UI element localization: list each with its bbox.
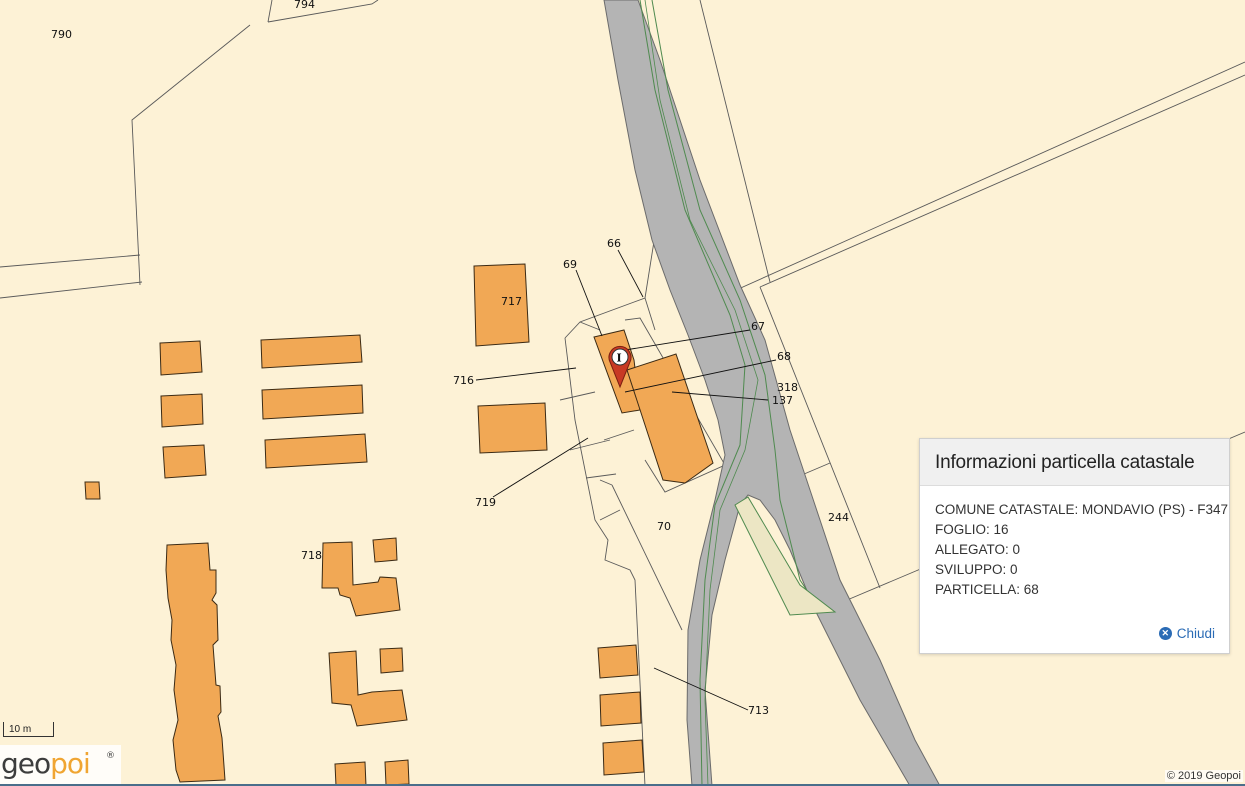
close-circle-icon: ✕ (1158, 627, 1172, 640)
parcel-label: 66 (607, 237, 621, 250)
parcel-label: 713 (748, 704, 769, 717)
building (379, 647, 404, 674)
parcel-label: 719 (475, 496, 496, 509)
logo-poi-text: poi (50, 747, 91, 780)
parcel-label: 790 (51, 28, 72, 41)
parcel-label: 718 (301, 549, 322, 562)
building (162, 444, 207, 479)
parcel-label: 67 (751, 320, 765, 333)
parcel-label: 244 (828, 511, 849, 524)
parcel-label: 794 (294, 0, 315, 11)
info-row-foglio: FOGLIO: 16 (935, 522, 1009, 537)
parcel-label: 137 (772, 394, 793, 407)
building (384, 759, 410, 786)
cadastral-map[interactable]: 794 790 717 69 66 67 68 716 318 137 719 … (0, 0, 1245, 786)
building (599, 691, 642, 727)
logo-registered-mark: ® (106, 751, 115, 761)
scale-bar: 10 m (3, 722, 54, 737)
parcel-info-panel: Informazioni particella catastale COMUNE… (919, 438, 1230, 654)
parcel-label: 716 (453, 374, 474, 387)
geopoi-logo[interactable]: geopoi ® (0, 745, 121, 786)
building (84, 481, 101, 500)
building (160, 393, 204, 428)
building (602, 739, 645, 776)
info-panel-title: Informazioni particella catastale (935, 452, 1195, 473)
building (261, 384, 364, 420)
building (264, 433, 368, 469)
close-label: Chiudi (1176, 626, 1215, 641)
building (597, 644, 639, 679)
parcel-label: 68 (777, 350, 791, 363)
svg-text:I: I (617, 352, 622, 365)
parcel-label: 318 (777, 381, 798, 394)
info-panel-rows: COMUNE CATASTALE: MONDAVIO (PS) - F347 F… (935, 500, 1228, 600)
parcel-label: 69 (563, 258, 577, 271)
info-row-sviluppo: SVILUPPO: 0 (935, 562, 1018, 577)
building (477, 402, 548, 454)
building (334, 761, 367, 786)
parcel-label: 717 (501, 295, 522, 308)
logo-geo-text: geo (1, 747, 51, 780)
attribution-text: © 2019 Geopoi (1164, 770, 1243, 782)
building (260, 334, 363, 369)
close-button[interactable]: ✕ Chiudi (1158, 626, 1215, 641)
info-row-comune: COMUNE CATASTALE: MONDAVIO (PS) - F347 (935, 502, 1229, 517)
building (159, 340, 203, 376)
info-row-particella: PARTICELLA: 68 (935, 582, 1039, 597)
building (372, 537, 398, 563)
parcel-label: 70 (657, 520, 671, 533)
info-row-allegato: ALLEGATO: 0 (935, 542, 1021, 557)
